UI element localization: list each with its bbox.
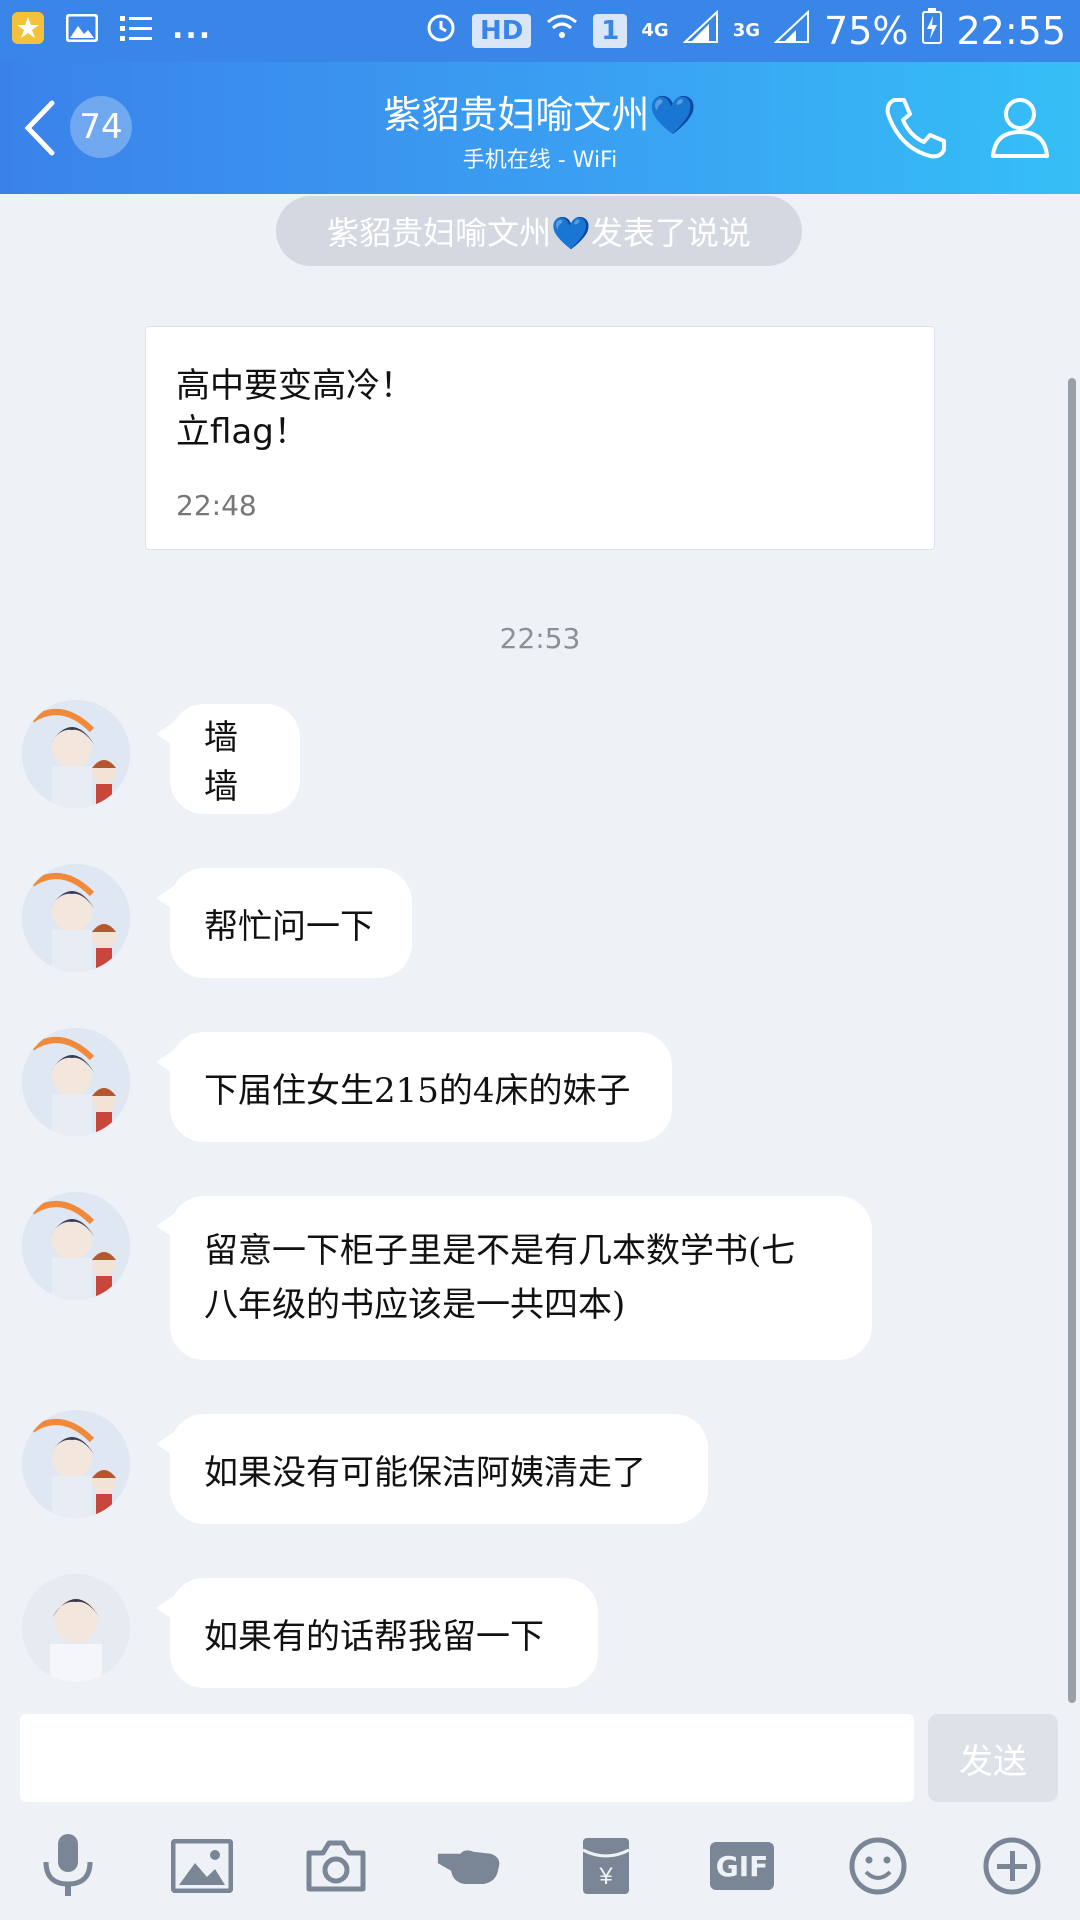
gif-label: GIF	[715, 1849, 769, 1883]
battery-percent: 75%	[824, 8, 909, 53]
message-bubble[interactable]: 下届住女生215的4床的妹子	[156, 1032, 672, 1142]
camera-icon	[306, 1840, 366, 1892]
more-button[interactable]	[978, 1832, 1046, 1900]
avatar[interactable]	[22, 864, 130, 972]
message-bubble[interactable]: 如果有的话帮我留一下	[156, 1578, 598, 1688]
message-text: 墙墙	[204, 718, 238, 807]
message-text-line-1: 留意一下柜子里是不是有几本数学书(七	[204, 1231, 796, 1271]
signal-icon-2	[773, 9, 810, 53]
avatar[interactable]	[22, 700, 130, 808]
camera-button[interactable]	[302, 1832, 370, 1900]
emoji-button[interactable]	[844, 1832, 912, 1900]
star-app-icon	[10, 10, 46, 46]
message-text: 如果没有可能保洁阿姨清走了	[204, 1452, 646, 1493]
svg-text:¥: ¥	[598, 1863, 613, 1890]
person-icon	[991, 98, 1049, 158]
message-text: 帮忙问一下	[204, 906, 374, 947]
message-bubble[interactable]: 留意一下柜子里是不是有几本数学书(七 八年级的书应该是一共四本)	[156, 1196, 872, 1360]
battery-icon	[922, 8, 943, 53]
message-bubble[interactable]: 如果没有可能保洁阿姨清走了	[156, 1414, 708, 1524]
message-text: 如果有的话帮我留一下	[204, 1616, 544, 1657]
profile-button[interactable]	[985, 92, 1055, 162]
avatar[interactable]	[22, 1028, 130, 1136]
system-notice[interactable]: 紫貂贵妇喻文州💙发表了说说	[276, 196, 802, 266]
smiley-icon	[849, 1837, 907, 1895]
microphone-icon	[43, 1834, 93, 1896]
phone-icon	[885, 98, 946, 159]
hd-badge: HD	[471, 13, 532, 48]
message-bubble[interactable]: 墙墙	[156, 704, 300, 814]
avatar[interactable]	[22, 1410, 130, 1518]
red-packet-button[interactable]: ¥	[572, 1832, 640, 1900]
poke-button[interactable]	[436, 1832, 504, 1900]
network-3g-label: 3G	[732, 20, 761, 41]
voice-button[interactable]	[34, 1832, 102, 1900]
blue-heart-emoji: 💙	[649, 93, 697, 137]
message-bubble[interactable]: 帮忙问一下	[156, 868, 412, 978]
image-button[interactable]	[168, 1832, 236, 1900]
avatar[interactable]	[22, 1192, 130, 1300]
status-bar: ... HD 1 4G 3G 75% 22:55	[0, 0, 1080, 62]
wifi-icon	[545, 9, 579, 53]
chat-header: 74 紫貂贵妇喻文州💙 手机在线 - WiFi	[0, 62, 1080, 194]
call-button[interactable]	[880, 92, 950, 162]
post-text-line-2: 立flag！	[176, 412, 308, 452]
input-toolbar: ¥ GIF	[0, 1812, 1080, 1920]
more-notifications-icon: ...	[172, 10, 213, 46]
send-button[interactable]: 发送	[928, 1714, 1058, 1802]
scrollbar[interactable]	[1068, 378, 1076, 1703]
alarm-icon	[424, 9, 458, 53]
message-text-line-2: 八年级的书应该是一共四本)	[204, 1285, 626, 1325]
gif-button[interactable]: GIF	[708, 1832, 776, 1900]
post-text-line-1: 高中要变高冷！	[176, 366, 414, 406]
gallery-notification-icon	[64, 10, 100, 46]
message-text: 下届住女生215的4床的妹子	[204, 1070, 631, 1111]
network-4g-label: 4G	[641, 20, 669, 41]
red-packet-icon: ¥	[582, 1838, 630, 1894]
poke-hand-icon	[437, 1850, 500, 1884]
clock: 22:55	[956, 8, 1066, 53]
post-time: 22:48	[176, 489, 257, 522]
avatar[interactable]	[22, 1574, 130, 1682]
signal-icon-1	[682, 9, 719, 53]
message-timestamp: 22:53	[499, 622, 581, 655]
plus-icon	[983, 1837, 1041, 1895]
message-input[interactable]	[20, 1714, 914, 1802]
list-notification-icon	[118, 10, 154, 46]
shared-post-card[interactable]: 高中要变高冷！ 立flag！ 22:48	[145, 326, 935, 550]
sim-indicator: 1	[593, 13, 628, 48]
contact-name: 紫貂贵妇喻文州	[383, 93, 650, 137]
image-icon	[171, 1839, 233, 1893]
